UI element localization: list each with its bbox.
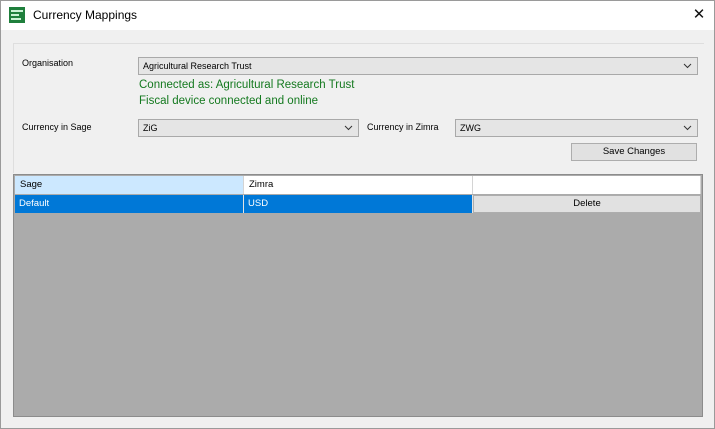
cell-zimra[interactable]: USD <box>244 195 473 213</box>
currency-sage-value: ZiG <box>143 123 158 133</box>
currency-zimra-dropdown[interactable]: ZWG <box>455 119 698 137</box>
delete-button[interactable]: Delete <box>473 195 701 213</box>
column-header-sage[interactable]: Sage <box>15 176 244 194</box>
column-header-action <box>473 176 701 194</box>
currency-sage-label: Currency in Sage <box>22 122 92 132</box>
column-header-zimra[interactable]: Zimra <box>244 176 473 194</box>
organisation-value: Agricultural Research Trust <box>143 61 252 71</box>
organisation-label: Organisation <box>22 58 74 68</box>
fiscal-status: Fiscal device connected and online <box>139 95 319 107</box>
chevron-down-icon <box>683 63 692 69</box>
app-icon <box>9 7 25 23</box>
chevron-down-icon <box>344 125 353 131</box>
settings-panel: Organisation Agricultural Research Trust… <box>13 43 704 173</box>
window-title: Currency Mappings <box>33 8 138 22</box>
mappings-grid: Sage Zimra Default USD Delete <box>13 174 703 417</box>
currency-mappings-window: Currency Mappings ✕ Organisation Agricul… <box>0 0 715 429</box>
currency-sage-dropdown[interactable]: ZiG <box>138 119 359 137</box>
title-bar: Currency Mappings ✕ <box>1 1 714 30</box>
organisation-dropdown[interactable]: Agricultural Research Trust <box>138 57 698 75</box>
currency-zimra-value: ZWG <box>460 123 481 133</box>
chevron-down-icon <box>683 125 692 131</box>
currency-zimra-label: Currency in Zimra <box>367 122 439 132</box>
save-changes-button[interactable]: Save Changes <box>571 143 697 161</box>
close-icon[interactable]: ✕ <box>684 1 714 30</box>
cell-sage[interactable]: Default <box>15 195 244 213</box>
connection-status: Connected as: Agricultural Research Trus… <box>139 79 355 91</box>
